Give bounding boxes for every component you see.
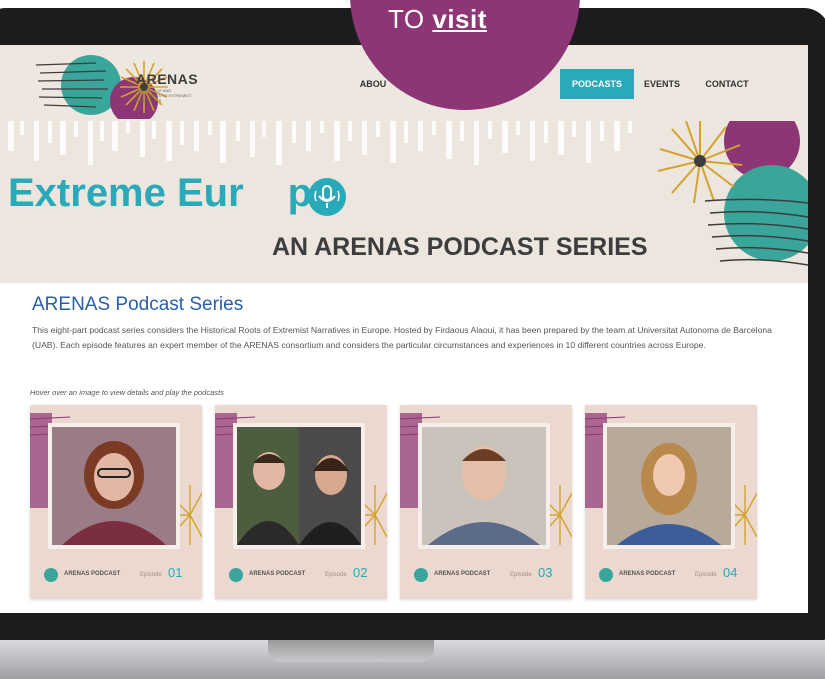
nav-item-events[interactable]: EVENTS xyxy=(640,69,684,99)
browser-screen: ARENAS ANALYSIS OF AND RESPONSES TO EXTR… xyxy=(0,45,808,613)
logo-tagline: ANALYSIS OF AND RESPONSES TO EXTREMIST N… xyxy=(136,88,192,103)
microphone-icon xyxy=(308,178,346,216)
podcast-icon xyxy=(414,568,428,582)
nav-item-contact[interactable]: CONTACT xyxy=(700,69,754,99)
speaker-photo xyxy=(607,427,731,545)
photo-frame xyxy=(418,423,550,549)
card-label: ARENAS PODCAST xyxy=(249,571,306,577)
photo-frame xyxy=(48,423,180,549)
photo-frame xyxy=(603,423,735,549)
banner-title: Extreme Eurpe xyxy=(8,171,334,216)
podcast-icon xyxy=(599,568,613,582)
episode-number: 04 xyxy=(723,565,738,580)
episode-number: 03 xyxy=(538,565,553,580)
intro-paragraph: This eight-part podcast series considers… xyxy=(32,325,772,350)
episode-word: Episode xyxy=(695,572,717,578)
microphone-glyph xyxy=(314,185,340,208)
speaker-photo xyxy=(52,427,176,545)
photo-frame xyxy=(233,423,365,549)
podcast-icon xyxy=(44,568,58,582)
visit-prefix: TO xyxy=(388,4,425,34)
speaker-photo xyxy=(237,427,361,545)
hero-banner: Extreme Eurpe AN ARENAS PODCAST SERIES xyxy=(0,121,808,283)
episode-card-4[interactable]: ARENAS PODCAST Episode 04 xyxy=(585,405,757,599)
hover-note: Hover over an image to view details and … xyxy=(30,388,224,397)
card-label: ARENAS PODCAST xyxy=(619,571,676,577)
banner-subtitle: AN ARENAS PODCAST SERIES xyxy=(272,233,648,261)
episode-number: 01 xyxy=(168,565,183,580)
banner-title-left: Extreme Eur xyxy=(8,171,244,215)
episode-card-2[interactable]: ARENAS PODCAST Episode 02 xyxy=(215,405,387,599)
card-label: ARENAS PODCAST xyxy=(64,571,121,577)
episode-card-1[interactable]: ARENAS PODCAST Episode 01 xyxy=(30,405,202,599)
podcast-icon xyxy=(229,568,243,582)
episode-number: 02 xyxy=(353,565,368,580)
nav-item-podcasts[interactable]: PODCASTS xyxy=(560,69,634,99)
episode-card-3[interactable]: ARENAS PODCAST Episode 03 xyxy=(400,405,572,599)
card-label: ARENAS PODCAST xyxy=(434,571,491,577)
episode-word: Episode xyxy=(325,572,347,578)
laptop-notch xyxy=(268,640,434,662)
visit-word: visit xyxy=(432,4,487,34)
section-title: ARENAS Podcast Series xyxy=(32,294,244,315)
episode-word: Episode xyxy=(140,572,162,578)
logo-name: ARENAS xyxy=(136,71,199,87)
speaker-photo xyxy=(422,427,546,545)
visit-badge-text[interactable]: TO visit xyxy=(388,4,487,35)
episode-word: Episode xyxy=(510,572,532,578)
